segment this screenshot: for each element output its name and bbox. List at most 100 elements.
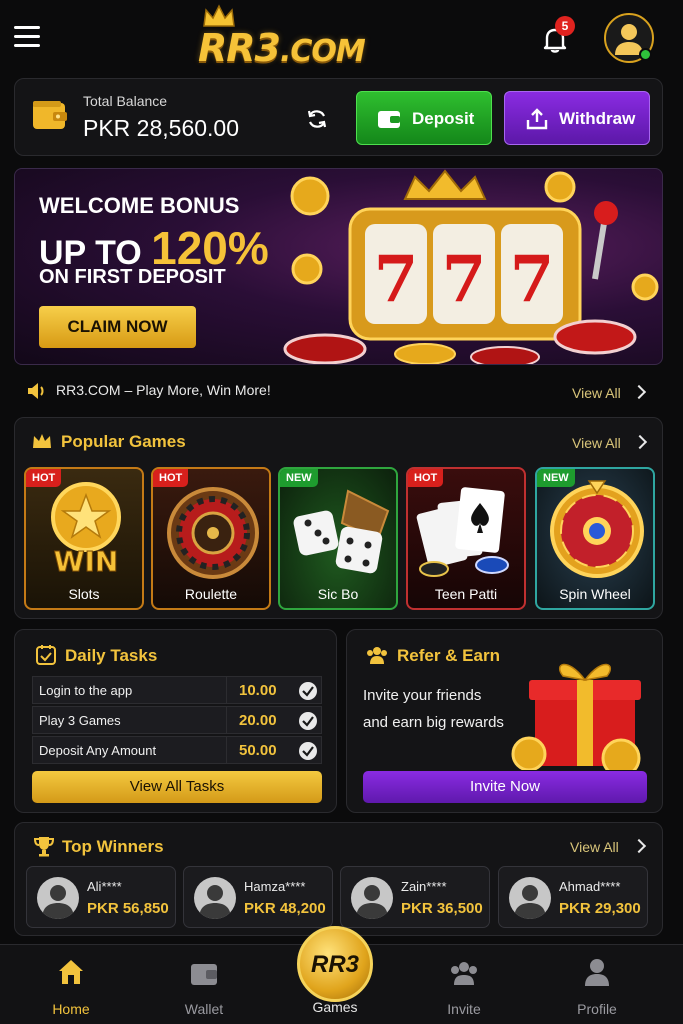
view-all-tasks-button[interactable]: View All Tasks — [32, 771, 322, 803]
nav-home[interactable]: Home — [31, 955, 111, 1017]
refer-description: and earn big rewards — [363, 714, 504, 731]
crown-icon — [33, 434, 51, 448]
task-name: Login to the app — [39, 683, 133, 698]
game-card-spin-wheel[interactable]: NEW Spin Wheel — [535, 467, 655, 610]
banner-heading: WELCOME BONUS — [39, 193, 240, 218]
popular-games-section: Popular Games View All HOT WIN Slots HOT… — [14, 417, 663, 619]
invite-now-button[interactable]: Invite Now — [363, 771, 647, 803]
chevron-right-icon[interactable] — [632, 434, 648, 450]
upload-icon — [526, 108, 548, 130]
nav-label: Wallet — [184, 1001, 224, 1017]
game-name: Roulette — [184, 586, 238, 602]
refresh-icon[interactable] — [305, 107, 329, 131]
check-icon[interactable] — [299, 712, 317, 730]
task-reward: 50.00 — [239, 742, 277, 759]
winner-name: Zain**** — [401, 879, 447, 894]
view-all-link[interactable]: View All — [572, 435, 621, 451]
task-reward: 10.00 — [239, 682, 277, 699]
calendar-check-icon — [36, 645, 56, 665]
winner-amount: PKR 48,200 — [244, 900, 326, 917]
task-name: Deposit Any Amount — [39, 743, 157, 758]
winner-card: Ahmad**** PKR 29,300 — [498, 866, 648, 928]
nav-label: Games — [312, 999, 358, 1015]
nav-label: Home — [52, 1001, 90, 1017]
promo-banner[interactable]: WELCOME BONUS UP TO 120% ON FIRST DEPOSI… — [14, 168, 663, 365]
balance-card: Total Balance PKR 28,560.00 Deposit With… — [14, 78, 663, 156]
dice-icon — [293, 489, 390, 574]
banner-subheading: ON FIRST DEPOSIT — [39, 266, 226, 288]
gift-image — [511, 663, 641, 770]
wheel-icon — [550, 480, 644, 578]
wallet-icon — [191, 964, 217, 985]
chevron-right-icon[interactable] — [631, 384, 647, 400]
game-card-slots[interactable]: HOT WIN Slots — [24, 467, 144, 610]
section-title: Refer & Earn — [397, 646, 500, 665]
view-all-link[interactable]: View All — [572, 385, 621, 401]
divider — [226, 677, 227, 703]
notification-badge: 5 — [555, 16, 575, 36]
balance-amount: PKR 28,560.00 — [83, 115, 240, 141]
section-title: Daily Tasks — [65, 646, 158, 665]
wallet-icon — [33, 101, 67, 129]
online-indicator — [639, 48, 652, 61]
game-card-roulette[interactable]: HOT Roulette — [151, 467, 271, 610]
avatar — [194, 877, 236, 919]
game-name: Slots — [68, 586, 100, 602]
game-card-teen-patti[interactable]: HOT Teen Patti — [406, 467, 526, 610]
avatar — [37, 877, 79, 919]
svg-text:WIN: WIN — [54, 545, 119, 577]
home-icon — [59, 960, 83, 984]
winner-name: Ahmad**** — [559, 879, 621, 894]
svg-text:7: 7 — [442, 242, 487, 317]
svg-text:7: 7 — [510, 242, 555, 317]
slot-machine-image: 7 7 7 — [283, 169, 659, 364]
withdraw-button[interactable]: Withdraw — [504, 91, 650, 145]
announcement-bar: RR3.COM – Play More, Win More! View All — [14, 374, 663, 408]
game-name: Spin Wheel — [559, 586, 631, 602]
svg-text:7: 7 — [374, 242, 419, 317]
game-card-sic-bo[interactable]: NEW Sic Bo — [278, 467, 398, 610]
balance-label: Total Balance — [83, 93, 168, 109]
game-name: Teen Patti — [434, 586, 498, 602]
winner-card: Ali**** PKR 56,850 — [26, 866, 176, 928]
user-icon — [585, 959, 609, 986]
task-row: Login to the app 10.00 — [32, 676, 322, 704]
deposit-label: Deposit — [412, 109, 475, 128]
avatar — [509, 877, 551, 919]
trophy-icon — [33, 837, 55, 857]
announcement-text: RR3.COM – Play More, Win More! — [56, 382, 271, 398]
avatar — [351, 877, 393, 919]
nav-games-button[interactable]: RR3 — [297, 926, 373, 1002]
chevron-right-icon[interactable] — [631, 838, 647, 854]
check-icon[interactable] — [299, 742, 317, 760]
users-icon — [451, 962, 477, 985]
view-all-link[interactable]: View All — [570, 839, 619, 855]
cards-icon — [416, 487, 509, 577]
claim-now-button[interactable]: CLAIM NOW — [39, 306, 196, 348]
top-winners-section: Top Winners View All Ali**** PKR 56,850 … — [14, 822, 663, 936]
check-icon[interactable] — [299, 682, 317, 700]
game-name: Sic Bo — [317, 586, 359, 602]
deposit-button[interactable]: Deposit — [356, 91, 492, 145]
games-badge-text: RR3 — [310, 951, 359, 978]
nav-label: Profile — [577, 1001, 617, 1017]
nav-invite[interactable]: Invite — [424, 955, 504, 1017]
nav-profile[interactable]: Profile — [557, 955, 637, 1017]
users-icon — [367, 647, 387, 664]
withdraw-label: Withdraw — [559, 109, 636, 128]
logo-text: RR3.COM — [198, 26, 366, 70]
menu-icon[interactable] — [14, 26, 40, 48]
roulette-icon — [167, 487, 259, 579]
nav-label: Invite — [447, 1001, 481, 1017]
task-row: Play 3 Games 20.00 — [32, 706, 322, 734]
daily-tasks-card: Daily Tasks Login to the app 10.00 Play … — [14, 629, 337, 813]
divider — [226, 737, 227, 763]
task-name: Play 3 Games — [39, 713, 121, 728]
nav-wallet[interactable]: Wallet — [164, 955, 244, 1017]
winner-amount: PKR 56,850 — [87, 900, 169, 917]
winner-name: Ali**** — [87, 879, 122, 894]
winner-amount: PKR 29,300 — [559, 900, 641, 917]
section-title: Top Winners — [62, 837, 164, 856]
logo[interactable]: RR3.COM — [198, 4, 428, 70]
task-reward: 20.00 — [239, 712, 277, 729]
